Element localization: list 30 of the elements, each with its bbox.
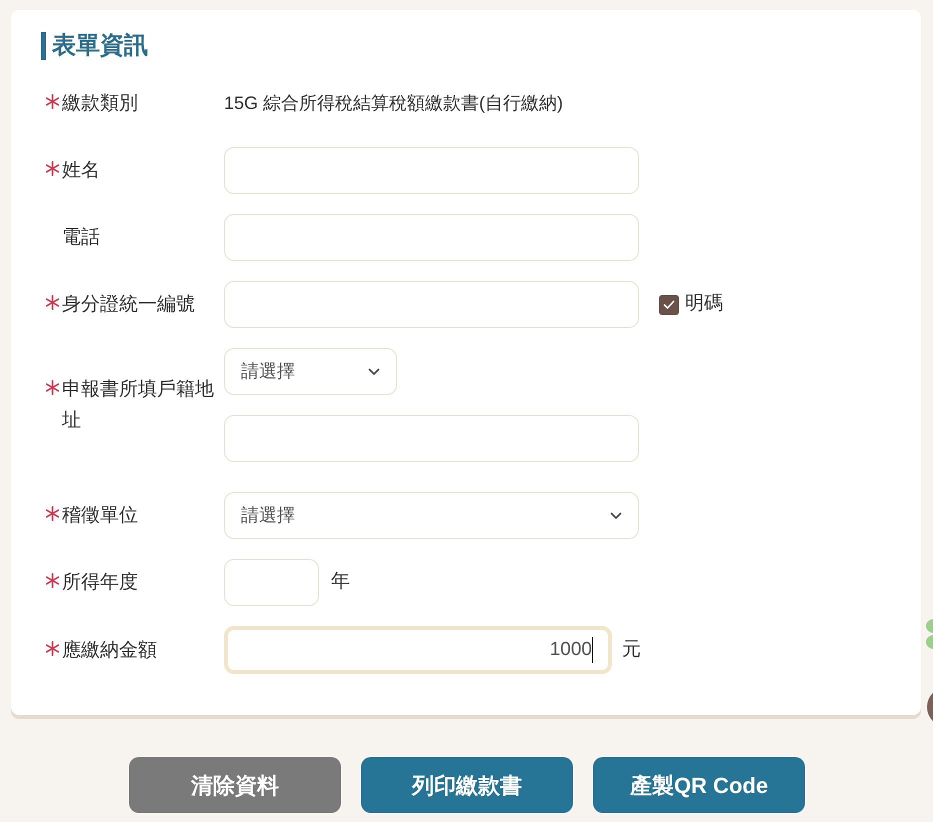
action-button[interactable]: 清除資料 <box>129 757 341 813</box>
action-button[interactable]: 產製QR Code <box>593 757 805 813</box>
check-icon <box>663 300 675 310</box>
select-dropdown[interactable]: 請選擇 <box>224 348 397 395</box>
field-label: 身分證統一編號 <box>62 293 195 317</box>
input-field[interactable] <box>224 214 639 261</box>
unit-label: 元 <box>622 638 641 662</box>
checkbox-label[interactable]: 明碼 <box>685 290 723 319</box>
input-field[interactable] <box>224 415 639 462</box>
form-title: 表單資訊 <box>52 32 148 60</box>
amount-input[interactable]: 1000 <box>224 626 612 674</box>
input-field[interactable] <box>224 147 639 194</box>
heading-bar-icon <box>41 32 46 60</box>
field-label: 所得年度 <box>62 571 138 595</box>
field-value: 15G 綜合所得稅結算稅額繳款書(自行繳納) <box>224 92 564 115</box>
field-label: 申報書所填戶籍地址 <box>62 378 215 433</box>
leaf-icon <box>924 618 933 650</box>
chevron-down-icon <box>368 368 380 376</box>
field-label: 姓名 <box>62 159 100 183</box>
action-button[interactable]: 列印繳款書 <box>361 757 573 813</box>
input-field[interactable] <box>224 281 639 328</box>
chevron-down-icon <box>610 512 622 520</box>
field-label: 應繳納金額 <box>62 638 157 662</box>
unit-label: 年 <box>331 570 350 594</box>
select-dropdown[interactable]: 請選擇 <box>224 492 639 539</box>
checkbox[interactable] <box>659 294 679 314</box>
field-label: 稽徵單位 <box>62 504 138 528</box>
field-label: 電話 <box>62 226 100 250</box>
field-label: 繳款類別 <box>62 92 138 116</box>
input-field[interactable] <box>224 559 319 606</box>
